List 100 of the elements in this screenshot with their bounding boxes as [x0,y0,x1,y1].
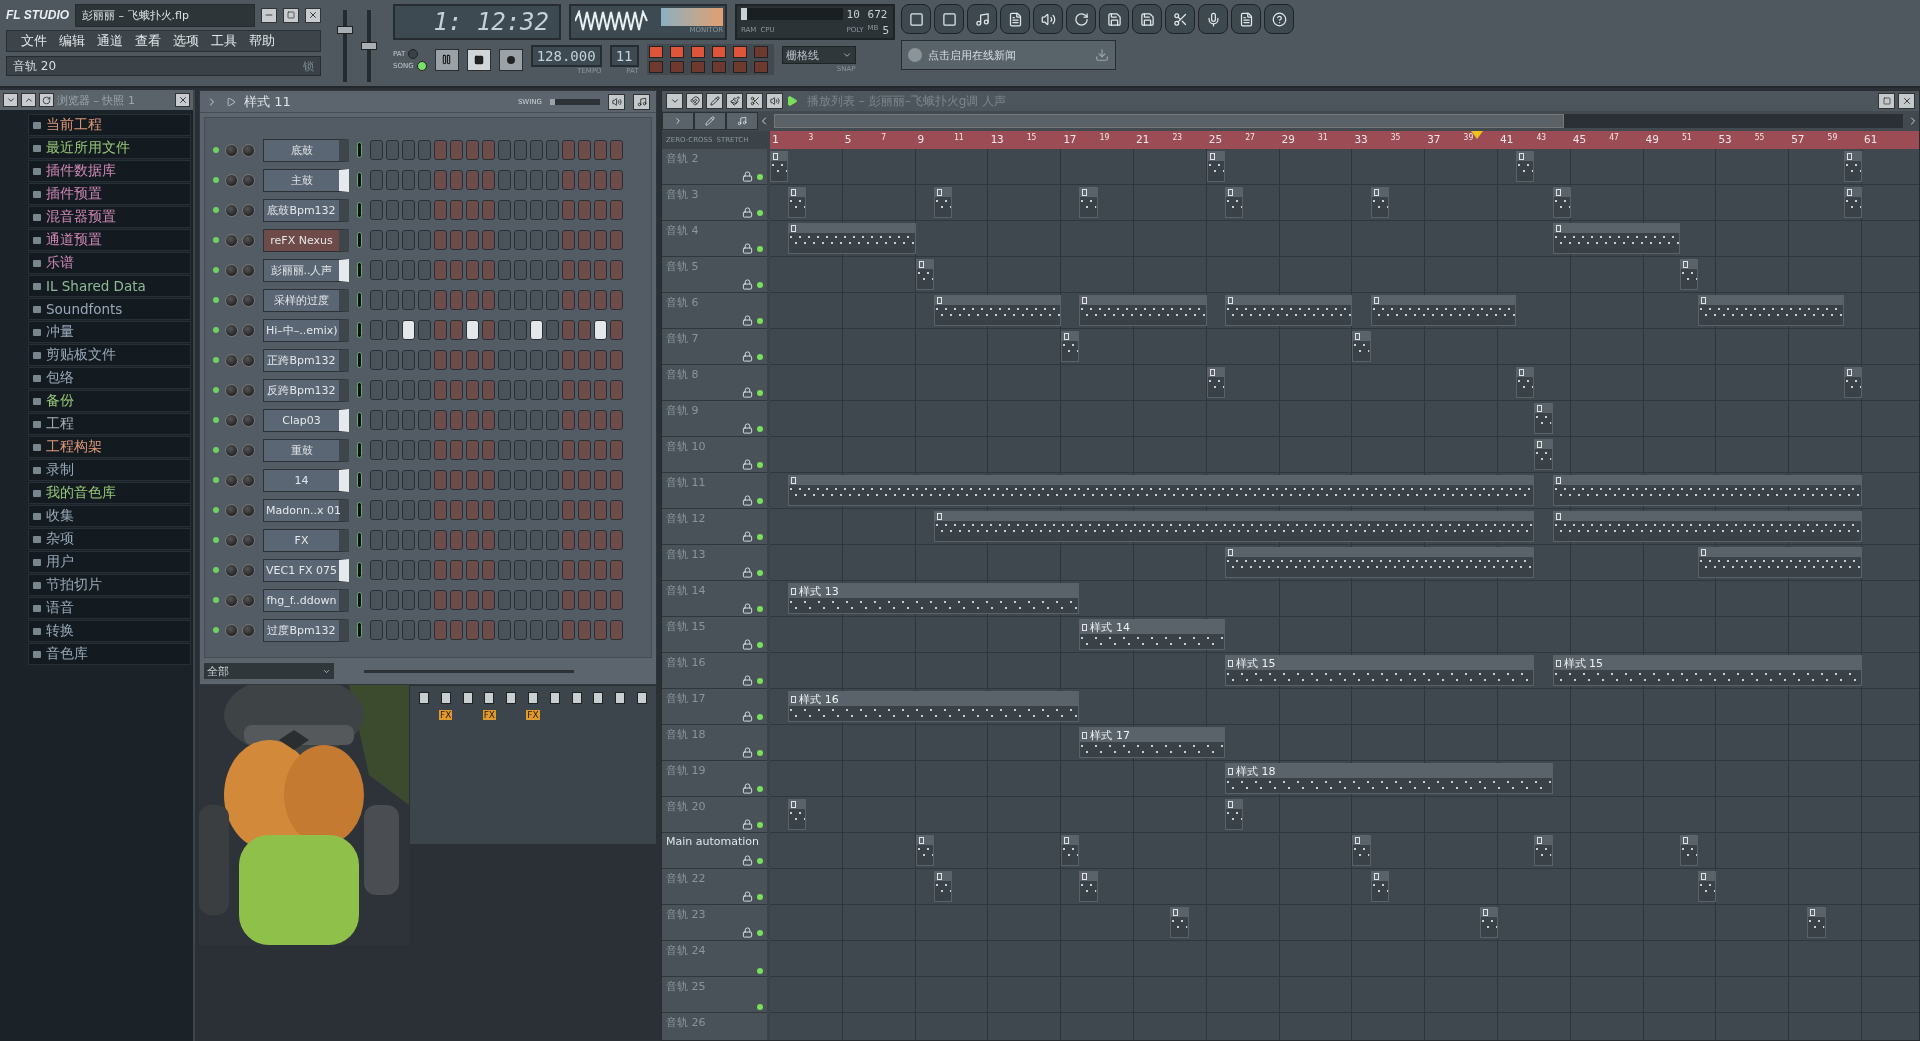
volume-knob[interactable] [242,143,255,157]
toggle-led[interactable] [753,46,768,58]
track-led[interactable] [757,245,763,252]
pan-knob[interactable] [225,173,238,187]
pattern-clip[interactable] [1061,331,1080,362]
pitch-thumb[interactable] [361,42,377,50]
browser-item[interactable]: 备份 [28,390,191,412]
channel-button[interactable]: VEC1 FX 075 [263,558,349,582]
menu-item[interactable]: 选项 [167,32,205,50]
toolbar-button[interactable] [1132,4,1162,34]
pattern-clip[interactable] [770,151,789,182]
pan-knob[interactable] [225,413,238,427]
close-button[interactable] [305,7,321,23]
browser-item[interactable]: 剪贴板文件 [28,344,191,366]
pattern-clip[interactable] [933,187,952,218]
track-lane[interactable]: 样式 13 [770,581,1919,617]
volume-knob[interactable] [242,413,255,427]
tempo-display[interactable]: 128.000 [530,44,602,67]
step-button[interactable] [594,320,607,340]
track-lane[interactable] [770,365,1919,401]
browser-item[interactable]: 杂项 [28,528,191,550]
close-button[interactable] [1898,93,1915,109]
track-led[interactable] [757,857,763,864]
graph-button[interactable] [608,93,625,110]
lock-icon[interactable] [742,819,753,830]
pattern-clip[interactable] [788,475,1535,506]
lock-icon[interactable] [742,639,753,650]
pattern-clip[interactable] [1552,475,1862,506]
pan-knob[interactable] [225,533,238,547]
pattern-clip[interactable] [915,259,934,290]
browser-item[interactable]: 最近所用文件 [28,137,191,159]
toolbar-button[interactable] [1264,4,1294,34]
snap-dropdown[interactable]: 栅格线 [781,46,856,64]
toolbar-button[interactable] [1231,4,1261,34]
channel-led[interactable] [213,147,219,153]
toolbar-button[interactable] [1000,4,1030,34]
maximize-button[interactable] [283,7,299,23]
channel-led[interactable] [213,207,219,213]
mode-radio[interactable] [408,48,419,59]
browser-item[interactable]: 节拍切片 [28,574,191,596]
pause-button[interactable] [434,48,459,71]
track-led[interactable] [757,461,763,468]
track-lane[interactable] [770,941,1919,977]
pattern-clip[interactable] [1352,835,1371,866]
toggle-led[interactable] [648,61,663,73]
menu-item[interactable]: 文件 [15,32,53,50]
track-lane[interactable]: 样式 16 [770,689,1919,725]
pattern-clip[interactable]: 样式 17 [1079,727,1225,758]
pattern-clip[interactable] [1843,151,1862,182]
pattern-clip[interactable] [1534,835,1553,866]
volume-knob[interactable] [242,473,255,487]
toolbar-button[interactable] [1066,4,1096,34]
track-lane[interactable] [770,185,1919,221]
minimize-button[interactable] [261,7,277,23]
volume-knob[interactable] [242,443,255,457]
pan-knob[interactable] [225,203,238,217]
channel-led[interactable] [213,327,219,333]
pan-knob[interactable] [225,623,238,637]
news-panel[interactable]: 点击启用在线新闻 [901,40,1116,70]
channel-led[interactable] [213,297,219,303]
lock-icon[interactable] [742,351,753,362]
browser-item[interactable]: 收集 [28,505,191,527]
step-button[interactable] [466,320,479,340]
pattern-clip[interactable] [1680,259,1699,290]
pattern-clip[interactable]: 样式 13 [788,583,1080,614]
channel-button[interactable]: 正跨Bpm132 [263,348,349,372]
track-led[interactable] [757,641,763,648]
pattern-clip[interactable] [1552,187,1571,218]
lock-icon[interactable] [742,891,753,902]
lock-icon[interactable] [742,495,753,506]
volume-thumb[interactable] [337,26,353,34]
toolbar-button[interactable] [901,4,931,34]
toggle-led[interactable] [669,46,684,58]
toggle-led[interactable] [648,46,663,58]
pattern-clip[interactable] [1370,295,1517,326]
up-button[interactable] [21,93,36,107]
channel-led[interactable] [213,567,219,573]
mixer-fader[interactable] [440,692,451,704]
pattern-clip[interactable] [1352,331,1371,362]
channel-led[interactable] [213,237,219,243]
pattern-clip[interactable] [1843,187,1862,218]
lock-icon[interactable] [742,279,753,290]
track-led[interactable] [757,713,763,720]
browser-item[interactable]: 转换 [28,620,191,642]
pan-knob[interactable] [225,383,238,397]
swing-slider[interactable] [550,98,600,105]
mixer-fader[interactable] [506,692,517,704]
track-header[interactable]: Main automation [662,833,767,869]
pattern-clip[interactable]: 样式 15 [1552,655,1862,686]
channel-button[interactable]: fhg_f..ddown [263,588,349,612]
pan-knob[interactable] [225,593,238,607]
browser-item[interactable]: 工程 [28,413,191,435]
track-led[interactable] [757,677,763,684]
pan-knob[interactable] [225,323,238,337]
channel-led[interactable] [213,357,219,363]
volume-knob[interactable] [242,563,255,577]
channel-led[interactable] [213,477,219,483]
channel-button[interactable]: 主鼓 [263,168,349,192]
mixer-fader[interactable] [527,692,538,704]
pan-knob[interactable] [225,563,238,577]
